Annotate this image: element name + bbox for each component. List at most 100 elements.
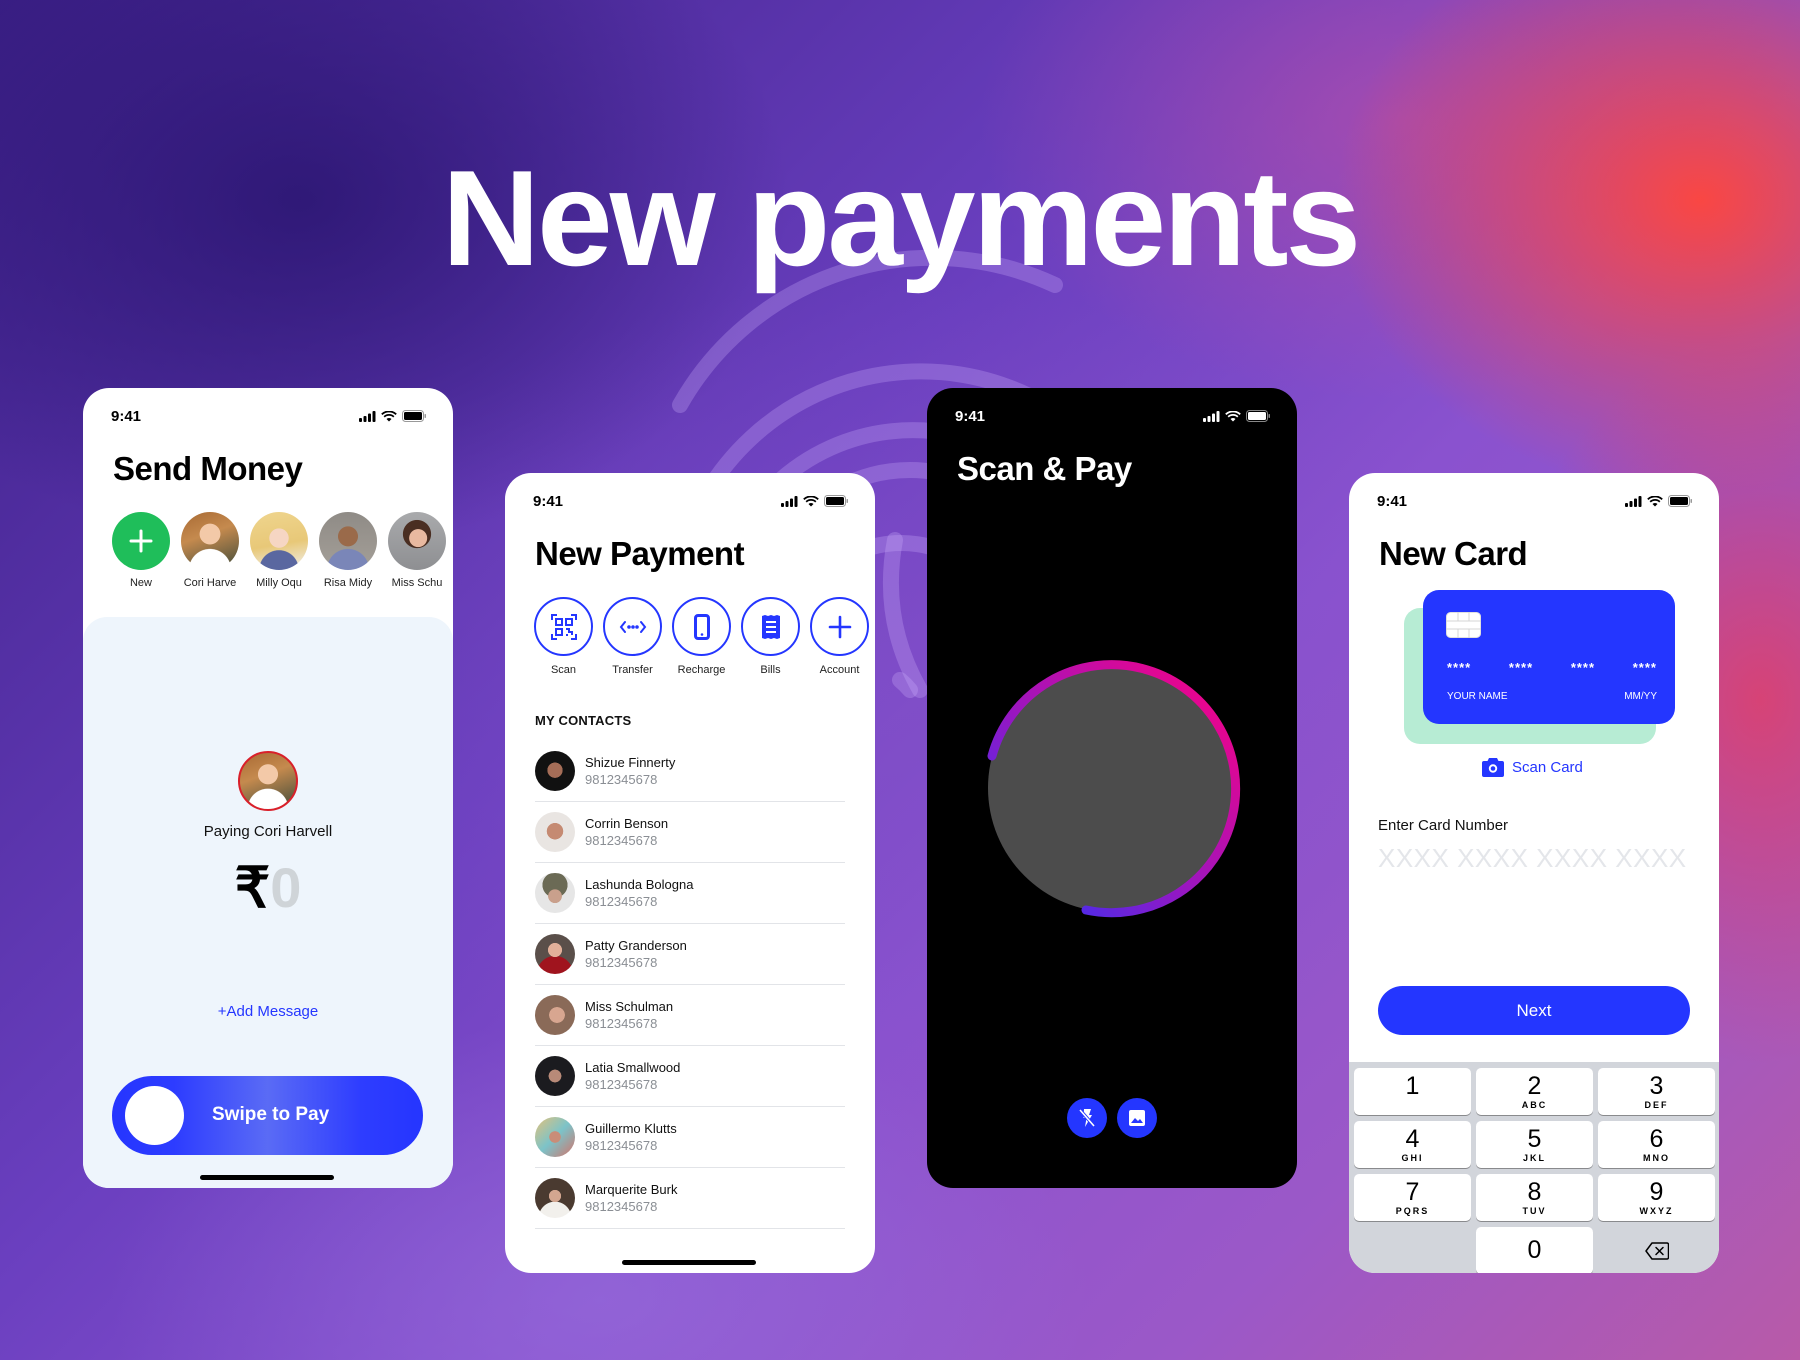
action-scan[interactable]: Scan: [534, 597, 593, 676]
key-1[interactable]: 1: [1354, 1068, 1471, 1115]
key-letters: JKL: [1522, 1152, 1546, 1163]
contact-row[interactable]: Marquerite Burk 9812345678: [535, 1168, 845, 1229]
key-3[interactable]: 3 DEF: [1598, 1068, 1715, 1115]
wifi-icon: [1647, 495, 1663, 506]
contact-name: Corrin Benson: [585, 815, 669, 831]
key-digit: 4: [1405, 1124, 1420, 1153]
payee-avatar: [238, 751, 298, 811]
add-message-link[interactable]: +Add Message: [83, 1003, 453, 1020]
key-6[interactable]: 6 MNO: [1598, 1121, 1715, 1168]
status-icons: [1203, 410, 1271, 422]
flash-toggle-button[interactable]: [1067, 1098, 1107, 1138]
card-number-input[interactable]: [1378, 843, 1690, 874]
mobile-phone-icon: [693, 613, 710, 640]
status-bar: 9:41: [927, 388, 1297, 432]
contact-row[interactable]: Shizue Finnerty 9812345678: [535, 741, 845, 802]
contact-name: Patty Granderson: [585, 937, 687, 953]
scan-card-button[interactable]: Scan Card: [1482, 757, 1583, 777]
qr-code-icon: [550, 613, 577, 640]
swipe-to-pay-slider[interactable]: Swipe to Pay: [112, 1076, 423, 1155]
card-number-group: ****: [1447, 660, 1472, 675]
home-indicator: [200, 1175, 334, 1180]
recharge-button[interactable]: [672, 597, 731, 656]
contact-row[interactable]: Lashunda Bologna 9812345678: [535, 863, 845, 924]
recipient-label: Miss Schu: [391, 577, 443, 589]
key-letters: PQRS: [1395, 1205, 1430, 1216]
recipient-new[interactable]: New: [112, 512, 170, 589]
key-9[interactable]: 9 WXYZ: [1598, 1174, 1715, 1221]
status-time: 9:41: [533, 492, 564, 510]
transfer-button[interactable]: [603, 597, 662, 656]
key-digit: 5: [1527, 1124, 1542, 1153]
recipient-item[interactable]: Milly Oqu: [250, 512, 308, 589]
amount-value: 0: [270, 856, 302, 919]
add-recipient-button[interactable]: [112, 512, 170, 570]
key-digit: 2: [1527, 1071, 1542, 1100]
key-2[interactable]: 2 ABC: [1476, 1068, 1593, 1115]
scan-pay-screen: 9:41 Scan & Pay: [927, 388, 1297, 1188]
contact-name: Lashunda Bologna: [585, 876, 694, 892]
currency-symbol: ₹: [234, 856, 271, 919]
contact-row[interactable]: Latia Smallwood 9812345678: [535, 1046, 845, 1107]
plus-icon: [129, 529, 153, 553]
key-5[interactable]: 5 JKL: [1476, 1121, 1593, 1168]
action-account[interactable]: Account: [810, 597, 869, 676]
recipient-item[interactable]: Risa Midy: [319, 512, 377, 589]
contact-phone: 9812345678: [585, 1015, 658, 1031]
action-bills[interactable]: Bills: [741, 597, 800, 676]
action-label: Transfer: [612, 664, 653, 676]
contact-row[interactable]: Guillermo Klutts 9812345678: [535, 1107, 845, 1168]
key-letters: ABC: [1521, 1099, 1548, 1110]
amount-display[interactable]: ₹0: [83, 855, 453, 921]
card-number-label: Enter Card Number: [1378, 817, 1509, 834]
status-bar: 9:41: [505, 473, 875, 517]
recipient-label: Cori Harve: [183, 577, 237, 589]
next-button[interactable]: Next: [1378, 986, 1690, 1035]
contact-row[interactable]: Corrin Benson 9812345678: [535, 802, 845, 863]
card-holder-name: YOUR NAME: [1447, 691, 1508, 702]
action-label: Recharge: [677, 664, 726, 676]
battery-icon: [824, 495, 848, 507]
backspace-key[interactable]: [1598, 1227, 1715, 1273]
key-8[interactable]: 8 TUV: [1476, 1174, 1593, 1221]
contact-phone: 9812345678: [585, 1198, 658, 1214]
battery-icon: [402, 410, 426, 422]
bills-button[interactable]: [741, 597, 800, 656]
add-account-button[interactable]: [810, 597, 869, 656]
status-icons: [359, 410, 427, 422]
contact-name: Guillermo Klutts: [585, 1120, 677, 1136]
action-recharge[interactable]: Recharge: [672, 597, 731, 676]
camera-icon: [1482, 758, 1504, 777]
contact-phone: 9812345678: [585, 893, 658, 909]
key-digit: 7: [1405, 1177, 1420, 1206]
contact-avatar: [535, 812, 575, 852]
status-icons: [781, 495, 849, 507]
screen-title: New Payment: [535, 535, 745, 572]
contact-name: Miss Schulman: [585, 998, 674, 1014]
swipe-knob-handle[interactable]: [125, 1086, 184, 1145]
contact-avatar: [535, 873, 575, 913]
contact-row[interactable]: Patty Granderson 9812345678: [535, 924, 845, 985]
contact-phone: 9812345678: [585, 832, 658, 848]
key-4[interactable]: 4 GHI: [1354, 1121, 1471, 1168]
status-icons: [1625, 495, 1693, 507]
key-digit: 3: [1649, 1071, 1664, 1100]
key-7[interactable]: 7 PQRS: [1354, 1174, 1471, 1221]
contact-avatar: [535, 1178, 575, 1218]
recipient-item[interactable]: Miss Schu: [388, 512, 446, 589]
signal-icon: [1203, 410, 1220, 422]
recipient-item[interactable]: Cori Harve: [181, 512, 239, 589]
card-number-group: ****: [1632, 660, 1657, 675]
scan-button[interactable]: [534, 597, 593, 656]
signal-icon: [1625, 495, 1642, 507]
gallery-button[interactable]: [1117, 1098, 1157, 1138]
wifi-icon: [803, 495, 819, 506]
key-0[interactable]: 0: [1476, 1227, 1593, 1273]
status-time: 9:41: [1377, 492, 1408, 510]
card-number-group: ****: [1570, 660, 1596, 675]
contact-row[interactable]: Miss Schulman 9812345678: [535, 985, 845, 1046]
action-transfer[interactable]: Transfer: [603, 597, 662, 676]
contacts-header: MY CONTACTS: [535, 713, 632, 728]
contact-avatar: [535, 995, 575, 1035]
plus-icon: [828, 615, 851, 638]
